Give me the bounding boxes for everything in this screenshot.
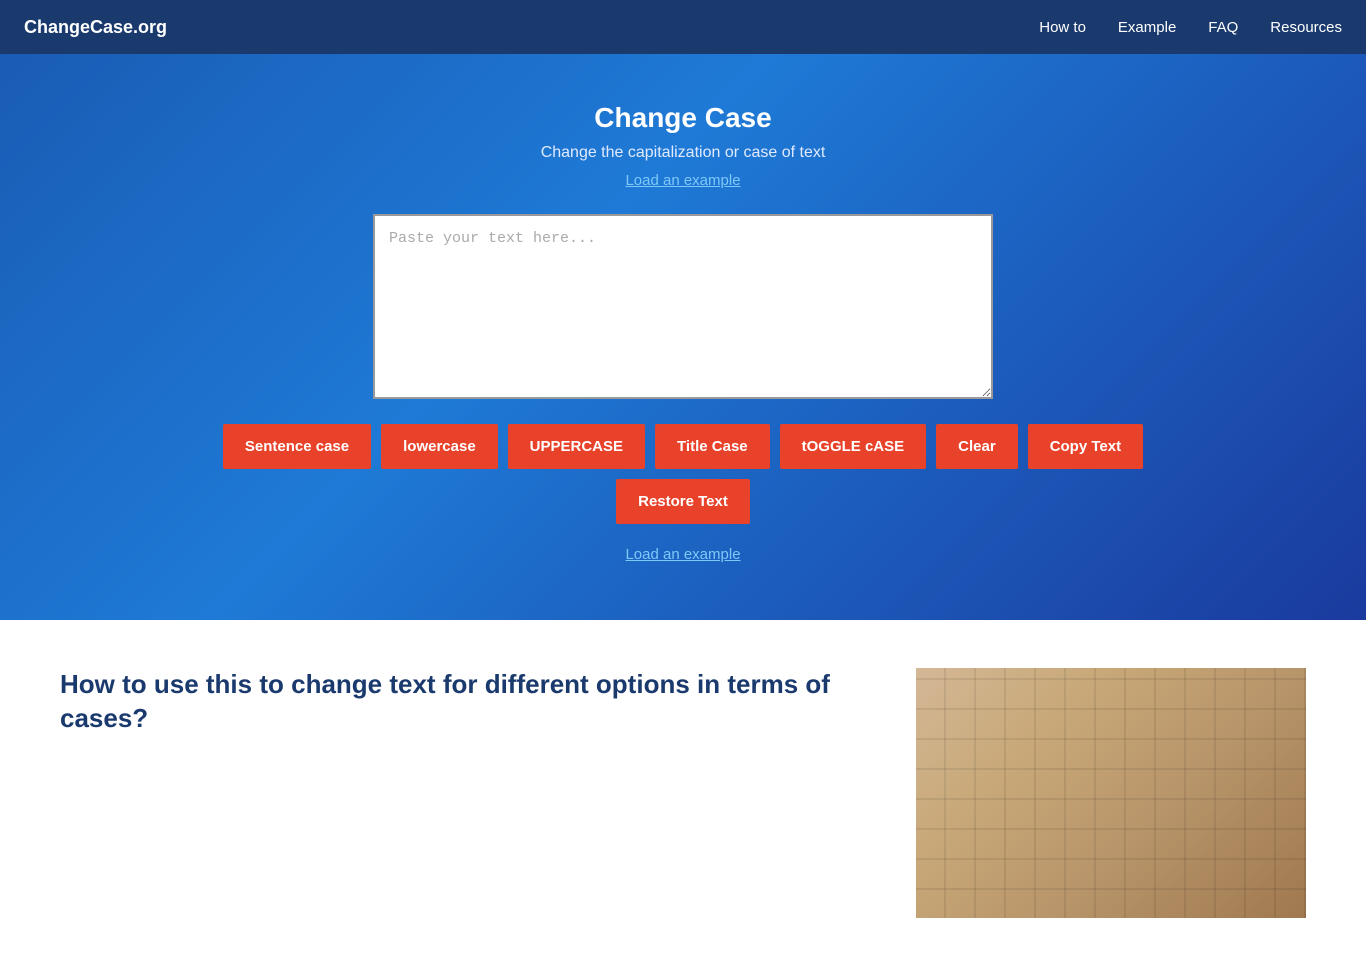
nav-links: How to Example FAQ Resources — [1039, 19, 1342, 36]
title-case-button[interactable]: Title Case — [655, 424, 770, 469]
sentence-case-button[interactable]: Sentence case — [223, 424, 371, 469]
buttons-row: Sentence case lowercase UPPERCASE Title … — [203, 424, 1163, 524]
hero-section: Change Case Change the capitalization or… — [0, 54, 1366, 620]
toggle-case-button[interactable]: tOGGLE cASE — [780, 424, 927, 469]
page-title: Change Case — [0, 102, 1366, 134]
textarea-wrapper — [373, 214, 993, 404]
lowercase-button[interactable]: lowercase — [381, 424, 498, 469]
load-example-bottom-link[interactable]: Load an example — [625, 546, 740, 563]
content-section: How to use this to change text for diffe… — [0, 620, 1366, 966]
uppercase-button[interactable]: UPPERCASE — [508, 424, 645, 469]
load-example-bottom: Load an example — [0, 546, 1366, 564]
nav-link-faq[interactable]: FAQ — [1208, 19, 1238, 36]
content-text: How to use this to change text for diffe… — [60, 668, 856, 752]
nav-link-howto[interactable]: How to — [1039, 19, 1086, 36]
content-image — [916, 668, 1306, 918]
copy-text-button[interactable]: Copy Text — [1028, 424, 1143, 469]
content-heading: How to use this to change text for diffe… — [60, 668, 856, 736]
page-subtitle: Change the capitalization or case of tex… — [0, 144, 1366, 162]
load-example-top-link[interactable]: Load an example — [625, 172, 740, 189]
nav-link-example[interactable]: Example — [1118, 19, 1176, 36]
restore-text-button[interactable]: Restore Text — [616, 479, 750, 524]
clear-button[interactable]: Clear — [936, 424, 1018, 469]
text-input[interactable] — [373, 214, 993, 399]
navbar: ChangeCase.org How to Example FAQ Resour… — [0, 0, 1366, 54]
image-placeholder — [916, 668, 1306, 918]
nav-link-resources[interactable]: Resources — [1270, 19, 1342, 36]
nav-brand[interactable]: ChangeCase.org — [24, 17, 167, 38]
